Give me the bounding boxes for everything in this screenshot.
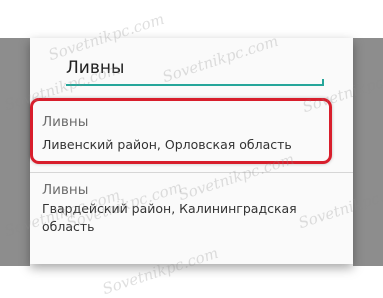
result-title: Ливны [42,182,89,198]
result-divider [30,172,353,173]
search-underline-tick [322,79,324,85]
search-underline [66,79,324,86]
dim-overlay-right [353,38,383,266]
